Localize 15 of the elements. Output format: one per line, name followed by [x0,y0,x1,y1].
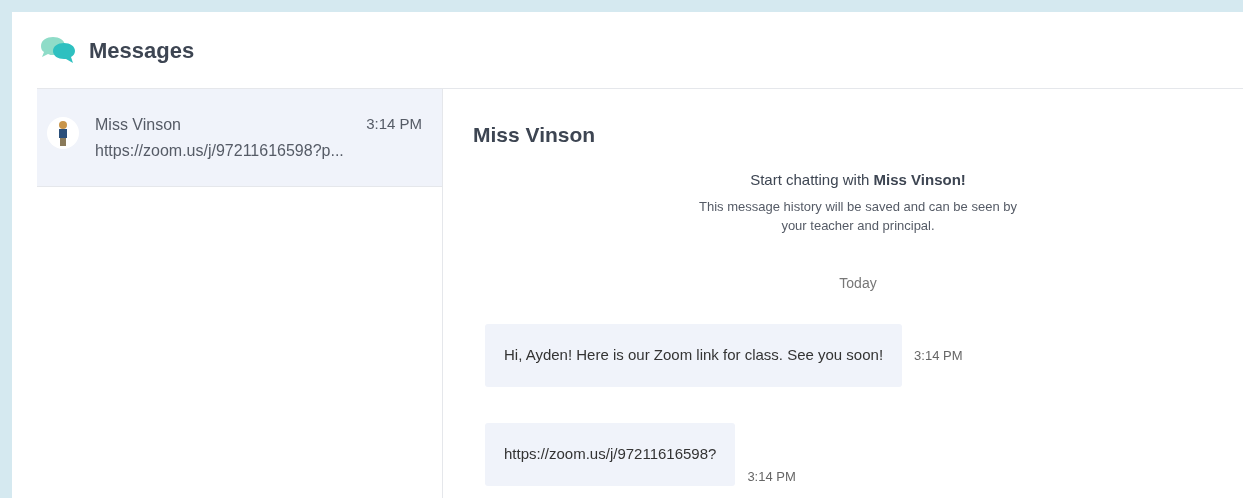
page-title: Messages [89,36,195,65]
history-notice: This message history will be saved and can be seen by your teacher and principal. [698,198,1018,235]
day-separator: Today [839,274,877,293]
chat-title: Miss Vinson [473,122,597,148]
chat-bubbles-icon [39,36,77,64]
contact-name: Miss Vinson [95,115,181,135]
chat-intro: Start chatting with Miss Vinson! [750,169,966,190]
message-bubble: https://zoom.us/j/97211616598? [485,423,736,486]
message-bubble: Hi, Ayden! Here is our Zoom link for class. See you soon! [485,324,903,387]
message-preview: https://zoom.us/j/97211616598?p... [95,141,345,161]
conversation-item[interactable]: Miss Vinson 3:14 PM https://zoom.us/j/97211616598?p... [37,89,442,187]
message-time: 3:14 PM [914,346,963,365]
message-time: 3:14 PM [366,114,422,134]
message-time: 3:14 PM [747,467,796,486]
avatar-icon [47,117,79,149]
